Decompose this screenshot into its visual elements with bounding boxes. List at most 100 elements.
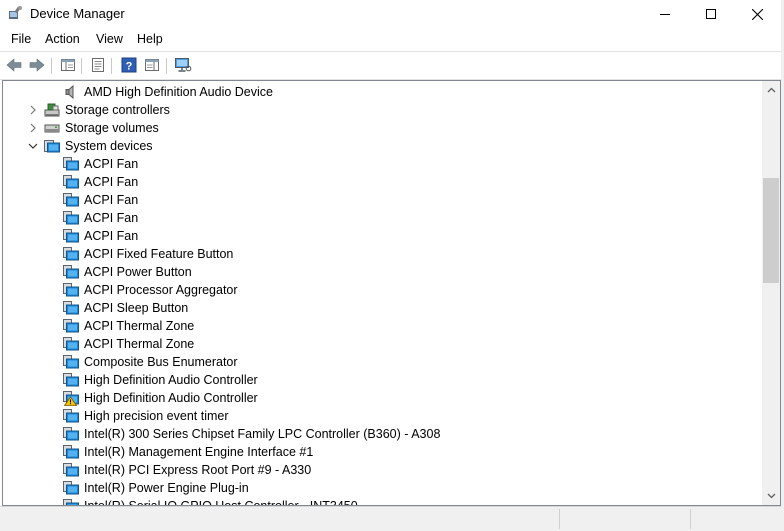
action-pane-icon	[145, 59, 159, 71]
tree-item-label: Intel(R) Serial IO GPIO Host Controller …	[84, 499, 358, 505]
menu-file[interactable]: File	[10, 32, 32, 46]
back-icon	[6, 58, 22, 72]
status-pane	[690, 509, 781, 529]
minimize-button[interactable]	[642, 0, 688, 28]
tree-device-item[interactable]: ACPI Processor Aggregator	[3, 281, 761, 299]
svg-text:?: ?	[126, 61, 133, 73]
system-device-icon	[63, 426, 79, 442]
tree-item-label: ACPI Thermal Zone	[84, 337, 195, 351]
tree-item-label: ACPI Processor Aggregator	[84, 283, 238, 297]
tree-device-item[interactable]: High Definition Audio Controller	[3, 371, 761, 389]
tree-item-label: Storage controllers	[65, 103, 170, 117]
storage-controller-icon	[44, 102, 60, 118]
tree-device-item[interactable]: ACPI Fan	[3, 209, 761, 227]
forward-button[interactable]	[28, 56, 46, 74]
collapse-toggle[interactable]	[27, 140, 39, 152]
device-tree[interactable]: AMD High Definition Audio Device Storage …	[3, 81, 761, 505]
tree-item-label: Intel(R) Power Engine Plug-in	[84, 481, 249, 495]
tree-item-label: ACPI Fan	[84, 157, 139, 171]
scroll-down-button[interactable]	[762, 488, 780, 504]
system-device-icon	[63, 408, 79, 424]
tree-device-item[interactable]: AMD High Definition Audio Device	[3, 83, 761, 101]
menu-action[interactable]: Action	[44, 32, 81, 46]
system-device-icon	[63, 318, 79, 334]
window-title: Device Manager	[30, 6, 125, 21]
forward-icon	[29, 58, 45, 72]
close-button[interactable]	[734, 0, 780, 28]
system-device-icon	[63, 174, 79, 190]
tree-device-item[interactable]: ACPI Fixed Feature Button	[3, 245, 761, 263]
tree-device-item[interactable]: Intel(R) Power Engine Plug-in	[3, 479, 761, 497]
vertical-scrollbar[interactable]	[762, 81, 780, 505]
maximize-icon	[706, 9, 716, 19]
system-folder-icon	[44, 138, 60, 154]
tree-item-label: ACPI Fan	[84, 229, 139, 243]
system-device-icon	[63, 264, 79, 280]
expand-toggle[interactable]	[27, 122, 39, 134]
system-device-icon	[63, 480, 79, 496]
tree-device-item[interactable]: Intel(R) 300 Series Chipset Family LPC C…	[3, 425, 761, 443]
menu-bar: File Action View Help	[0, 29, 784, 50]
tree-item-label: High Definition Audio Controller	[84, 391, 258, 405]
tree-item-label: ACPI Fan	[84, 193, 139, 207]
tree-item-label: System devices	[65, 139, 153, 153]
tree-device-item[interactable]: ACPI Fan	[3, 227, 761, 245]
tree-device-item[interactable]: High Definition Audio Controller	[3, 389, 761, 407]
action-pane-button[interactable]	[143, 56, 161, 74]
title-bar[interactable]: Device Manager	[0, 0, 784, 28]
menu-help[interactable]: Help	[136, 32, 164, 46]
menu-view[interactable]: View	[95, 32, 124, 46]
scrollbar-thumb[interactable]	[763, 178, 779, 283]
toolbar-separator	[51, 58, 52, 74]
tree-device-item[interactable]: ACPI Thermal Zone	[3, 317, 761, 335]
help-icon: ?	[121, 57, 137, 73]
show-hide-console-tree-button[interactable]	[59, 56, 77, 74]
system-device-icon	[63, 192, 79, 208]
scan-hardware-icon	[175, 58, 192, 72]
system-device-icon	[63, 210, 79, 226]
tree-item-label: ACPI Sleep Button	[84, 301, 189, 315]
storage-volume-icon	[44, 120, 60, 136]
tree-device-item[interactable]: ACPI Thermal Zone	[3, 335, 761, 353]
tree-category[interactable]: Storage controllers	[3, 101, 761, 119]
tree-device-item[interactable]: ACPI Fan	[3, 173, 761, 191]
toolbar: ?	[0, 51, 784, 80]
tree-item-label: Intel(R) PCI Express Root Port #9 - A330	[84, 463, 312, 477]
status-pane	[559, 509, 690, 529]
tree-item-label: Composite Bus Enumerator	[84, 355, 238, 369]
chevron-up-icon	[767, 87, 775, 93]
tree-device-item[interactable]: ACPI Fan	[3, 191, 761, 209]
system-device-icon	[63, 498, 79, 505]
tree-device-item[interactable]: High precision event timer	[3, 407, 761, 425]
tree-device-item[interactable]: ACPI Sleep Button	[3, 299, 761, 317]
scan-hardware-button[interactable]	[174, 56, 192, 74]
tree-item-label: High precision event timer	[84, 409, 229, 423]
system-device-icon	[63, 300, 79, 316]
tree-device-item[interactable]: Intel(R) PCI Express Root Port #9 - A330	[3, 461, 761, 479]
toolbar-separator	[81, 58, 82, 74]
tree-item-label: Intel(R) Management Engine Interface #1	[84, 445, 314, 459]
properties-button[interactable]	[89, 56, 107, 74]
tree-item-label: AMD High Definition Audio Device	[84, 85, 273, 99]
tree-device-item[interactable]: ACPI Power Button	[3, 263, 761, 281]
maximize-button[interactable]	[688, 0, 734, 28]
chevron-down-icon	[767, 493, 775, 499]
toolbar-separator	[166, 58, 167, 74]
tree-device-item[interactable]: Composite Bus Enumerator	[3, 353, 761, 371]
tree-device-item[interactable]: ACPI Fan	[3, 155, 761, 173]
system-device-icon	[63, 282, 79, 298]
help-button[interactable]: ?	[120, 56, 138, 74]
system-device-icon	[63, 444, 79, 460]
tree-category[interactable]: System devices	[3, 137, 761, 155]
tree-category[interactable]: Storage volumes	[3, 119, 761, 137]
chevron-down-icon	[28, 143, 38, 149]
system-device-icon	[63, 354, 79, 370]
system-device-icon	[63, 228, 79, 244]
back-button[interactable]	[5, 56, 23, 74]
expand-toggle[interactable]	[27, 104, 39, 116]
system-device-icon	[63, 462, 79, 478]
tree-device-item[interactable]: Intel(R) Management Engine Interface #1	[3, 443, 761, 461]
system-device-icon	[63, 246, 79, 262]
scroll-up-button[interactable]	[762, 82, 780, 98]
tree-device-item[interactable]: Intel(R) Serial IO GPIO Host Controller …	[3, 497, 761, 505]
